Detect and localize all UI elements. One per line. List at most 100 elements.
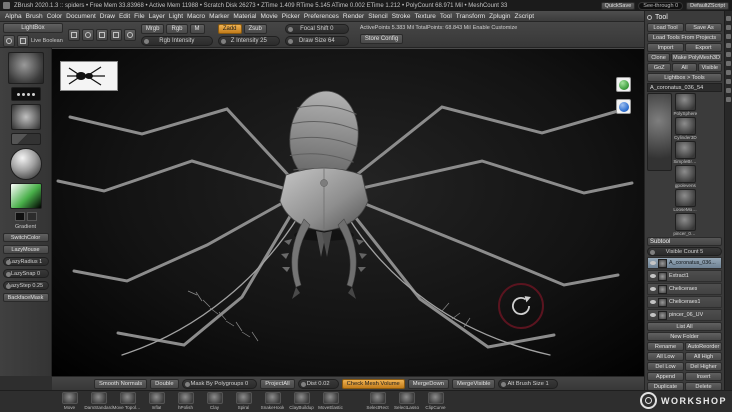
menu-item[interactable]: Color xyxy=(47,13,63,20)
dist-slider[interactable]: Dist 0.02 xyxy=(297,378,339,389)
menu-item[interactable]: Light xyxy=(169,13,183,20)
backface-mask-button[interactable]: BackfaceMask xyxy=(2,293,49,302)
see-through-slider[interactable]: See-through 0 xyxy=(638,1,684,10)
active-tool-name[interactable]: A_coronatus_036_54 xyxy=(647,83,722,92)
tool-cell[interactable]: Cylinder3D xyxy=(673,117,697,140)
menu-item[interactable]: File xyxy=(134,13,144,20)
draw-icon[interactable] xyxy=(81,28,94,41)
zsub-button[interactable]: Zsub xyxy=(243,23,267,34)
enable-customize-link[interactable]: Enable Customize xyxy=(473,25,518,32)
menu-item[interactable]: Alpha xyxy=(5,13,22,20)
menu-item[interactable]: Zscript xyxy=(515,13,535,20)
store-config-button[interactable]: Store Config xyxy=(359,34,404,45)
tray-brush[interactable]: Move Topological xyxy=(113,392,143,410)
dock-palette-icon[interactable] xyxy=(726,97,731,102)
alpha-thumbnail[interactable] xyxy=(10,104,41,130)
edit-icon[interactable] xyxy=(67,28,80,41)
subtool-section-header[interactable]: Subtool xyxy=(647,237,722,246)
tool-cell[interactable]: SimpleBrush xyxy=(673,141,697,164)
menu-item[interactable]: Movie xyxy=(260,13,277,20)
canvas-button-green[interactable] xyxy=(616,77,631,92)
all-high-button[interactable]: All High xyxy=(685,352,722,361)
new-folder-button[interactable]: New Folder xyxy=(647,332,722,341)
draw-size-slider[interactable]: Draw Size 64 xyxy=(284,35,349,46)
merge-visible-button[interactable]: MergeVisible xyxy=(452,378,496,389)
tray-brush[interactable]: Clay xyxy=(201,392,228,410)
material-thumbnail[interactable] xyxy=(9,148,42,180)
current-tool-thumbnail[interactable] xyxy=(647,93,673,171)
tray-brush[interactable]: MoveElastic xyxy=(317,392,344,410)
lazy-mouse-button[interactable]: LazyMouse xyxy=(2,245,49,254)
scale-icon[interactable] xyxy=(109,28,122,41)
dock-palette-icon[interactable] xyxy=(726,52,731,57)
dock-palette-icon[interactable] xyxy=(726,70,731,75)
goz-all-button[interactable]: All xyxy=(672,63,697,72)
tray-brush[interactable]: DamStandard xyxy=(84,392,113,410)
autoreorder-button[interactable]: AutoReorder xyxy=(685,342,722,351)
clone-button[interactable]: Clone xyxy=(647,53,671,62)
rotate-icon[interactable] xyxy=(123,28,136,41)
rotate-view-widget[interactable] xyxy=(498,283,544,329)
menu-item[interactable]: Transform xyxy=(456,13,485,20)
import-button[interactable]: Import xyxy=(647,43,684,52)
tray-brush[interactable]: SelectLasso xyxy=(393,392,420,410)
menu-item[interactable]: Macro xyxy=(187,13,205,20)
menu-item[interactable]: Preferences xyxy=(304,13,339,20)
tray-brush[interactable]: ClayBuildup xyxy=(288,392,315,410)
tool-cell[interactable]: LooseMouth_1_spider_019_po xyxy=(673,189,697,212)
subtool-row[interactable]: Extract1 xyxy=(647,270,722,282)
mask-by-polygroups-slider[interactable]: Mask By Polygroups 0 xyxy=(181,378,258,389)
dock-palette-icon[interactable] xyxy=(726,88,731,93)
texture-thumbnail[interactable] xyxy=(10,133,41,145)
menu-item[interactable]: Render xyxy=(343,13,364,20)
dock-palette-icon[interactable] xyxy=(726,16,731,21)
dock-palette-icon[interactable] xyxy=(726,25,731,30)
menu-item[interactable]: Stroke xyxy=(392,13,411,20)
palette-pin-icon[interactable] xyxy=(647,14,652,20)
load-tools-from-projects-button[interactable]: Load Tools From Projects xyxy=(647,33,722,42)
stroke-type-thumbnail[interactable] xyxy=(10,87,41,101)
list-all-button[interactable]: List All xyxy=(647,322,722,331)
menu-item[interactable]: Marker xyxy=(209,13,229,20)
menu-item[interactable]: Zplugin xyxy=(489,13,510,20)
tray-brush[interactable]: SelectRect xyxy=(364,392,391,410)
zadd-button[interactable]: Zadd xyxy=(217,23,242,34)
lightbox-tools-button[interactable]: Lightbox > Tools xyxy=(647,73,722,82)
m-button[interactable]: M xyxy=(189,23,205,34)
menu-item[interactable]: Draw xyxy=(100,13,115,20)
all-low-button[interactable]: All Low xyxy=(647,352,684,361)
tray-brush[interactable]: Move xyxy=(56,392,83,410)
rgb-button[interactable]: Rgb xyxy=(166,23,188,34)
current-brush-thumbnail[interactable] xyxy=(7,52,44,84)
eye-icon[interactable] xyxy=(650,313,656,317)
export-button[interactable]: Export xyxy=(685,43,722,52)
mrgb-button[interactable]: Mrgb xyxy=(140,23,165,34)
menu-item[interactable]: Tool xyxy=(440,13,452,20)
save-as-button[interactable]: Save As xyxy=(685,23,722,32)
eye-icon[interactable] xyxy=(650,274,656,278)
project-all-button[interactable]: ProjectAll xyxy=(260,378,295,389)
del-low-button[interactable]: Del Low xyxy=(647,362,684,371)
lazy-step-slider[interactable]: LazyStep 0.25 xyxy=(2,281,49,290)
lazy-radius-slider[interactable]: LazyRadius 1 xyxy=(2,257,49,266)
eye-icon[interactable] xyxy=(650,300,656,304)
canvas-button-blue[interactable] xyxy=(616,99,631,114)
default-zscript-button[interactable]: DefaultZScript xyxy=(686,1,729,10)
append-button[interactable]: Append xyxy=(647,372,684,381)
dock-palette-icon[interactable] xyxy=(726,61,731,66)
menu-item[interactable]: Material xyxy=(233,13,256,20)
move-icon[interactable] xyxy=(95,28,108,41)
z-intensity-slider[interactable]: Z Intensity 25 xyxy=(217,35,280,46)
menu-item[interactable]: Layer xyxy=(149,13,165,20)
tray-brush[interactable]: hPolish xyxy=(172,392,199,410)
dock-palette-icon[interactable] xyxy=(726,34,731,39)
rename-button[interactable]: Rename xyxy=(647,342,684,351)
quicksave-button[interactable]: QuickSave xyxy=(600,1,636,10)
tool-cell[interactable]: PolySphere xyxy=(673,93,697,116)
switch-color-button[interactable]: SwitchColor xyxy=(2,233,49,242)
make-polymesh3d-button[interactable]: Make PolyMesh3D xyxy=(671,53,722,62)
menu-item[interactable]: Stencil xyxy=(368,13,388,20)
live-boolean-icon[interactable] xyxy=(3,34,15,47)
reference-image[interactable] xyxy=(60,61,118,91)
dock-palette-icon[interactable] xyxy=(726,79,731,84)
